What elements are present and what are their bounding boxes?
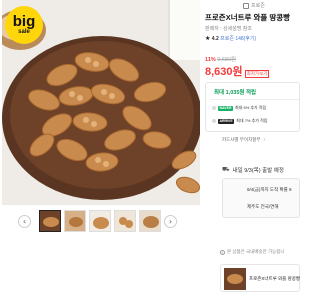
badge-big-label: big (12, 12, 36, 30)
thumbnail-2[interactable] (64, 210, 86, 232)
thumbnail-4-image (115, 211, 135, 231)
price-row: 8,630원 최저가보기 (205, 63, 270, 79)
review-count-link[interactable]: 프로즌 148(후기) (220, 36, 256, 42)
chevron-right-icon: › (168, 217, 173, 226)
card-installment-link[interactable]: 카드사별 무이자할부 › (222, 137, 265, 143)
thumbnail-2-image (65, 211, 85, 231)
thumbnail-5[interactable] (139, 210, 161, 232)
thumbnail-3-image (90, 211, 110, 231)
thumbnail-4[interactable] (114, 210, 136, 232)
rating-value: 4.2 (211, 36, 219, 42)
thumbnail-3[interactable] (89, 210, 111, 232)
lowest-price-button[interactable]: 최저가보기 (244, 70, 270, 78)
badge-sale-label: sale (18, 28, 30, 35)
seller-info: 판매자 : 상세설명 참조 (205, 26, 252, 32)
benefit-tag-1: NAVER (218, 105, 233, 111)
divider (210, 99, 299, 100)
rating: ★ 4.2 프로즌 148(후기) (205, 35, 256, 42)
benefit-box: 최대 1,035원 적립 NAVER 최대 6% 추가 적립 ARRIVE 최대… (205, 82, 300, 132)
sale-price: 8,630원 (205, 66, 243, 78)
selected-option[interactable]: 프로즌X너트루 와플 땅콩빵 (220, 264, 300, 292)
benefit-tag-2: ARRIVE (218, 118, 235, 124)
delivery-region: 제주도 전국/연해 (247, 204, 279, 209)
benefit-row-2[interactable]: ARRIVE 최대 7% 추가 적립 (212, 118, 267, 124)
delivery-estimate-box: 9/4(금)까지 도착 확률 9 제주도 전국/연해 (222, 178, 300, 218)
notice-text: 본 상품은 국내배송만 가능합니 (227, 249, 285, 254)
domestic-shipping-notice: i 본 상품은 국내배송만 가능합니 (220, 249, 285, 255)
info-icon: i (220, 249, 225, 255)
option-thumbnail-image (224, 268, 246, 290)
card-installment-label: 카드사별 무이자할부 (222, 137, 261, 142)
thumbnail-strip: ‹ › (18, 210, 198, 234)
bullet-icon (212, 106, 216, 110)
discount-line: 11% 9,680원 (205, 55, 236, 63)
truck-icon: ⛟ (222, 167, 230, 173)
big-sale-badge: big sale (5, 6, 43, 44)
chevron-left-icon: ‹ (22, 217, 27, 226)
benefit-text-1: 최대 6% 추가 적립 (235, 105, 267, 110)
bullet-icon (212, 119, 216, 123)
thumb-prev-button[interactable]: ‹ (18, 215, 31, 228)
product-info-panel: 프로즌 프로즌X너트루 와플 땅콩빵 판매자 : 상세설명 참조 ★ 4.2 프… (205, 0, 300, 300)
main-product-photo[interactable]: big sale (2, 0, 200, 205)
option-thumbnail (224, 268, 246, 290)
breadcrumb-label[interactable]: 프로즌 (251, 2, 265, 9)
option-name: 프로즌X너트루 와플 땅콩빵 (249, 276, 301, 281)
delivery-info: ⛟ 내일 9/3(목) 출발 예정 (222, 166, 284, 174)
product-title: 프로즌X너트루 와플 땅콩빵 (205, 13, 291, 22)
chevron-right-icon: › (263, 137, 266, 143)
product-gallery: big sale ‹ › (0, 0, 200, 240)
thumb-next-button[interactable]: › (164, 215, 177, 228)
thumbnail-5-image (140, 211, 160, 231)
max-points: 최대 1,035원 적립 (214, 90, 257, 96)
arrival-estimate: 9/4(금)까지 도착 확률 9 (247, 187, 292, 192)
home-icon (243, 2, 249, 9)
star-icon: ★ (205, 36, 211, 42)
breadcrumb[interactable]: 프로즌 (243, 2, 265, 9)
thumbnail-1[interactable] (39, 210, 61, 232)
delivery-label: 내일 9/3(목) 출발 예정 (232, 168, 284, 174)
benefit-row-1[interactable]: NAVER 최대 6% 추가 적립 (212, 105, 266, 111)
thumbnail-1-image (40, 211, 60, 231)
benefit-text-2: 최대 7% 추가 적립 (236, 118, 268, 123)
